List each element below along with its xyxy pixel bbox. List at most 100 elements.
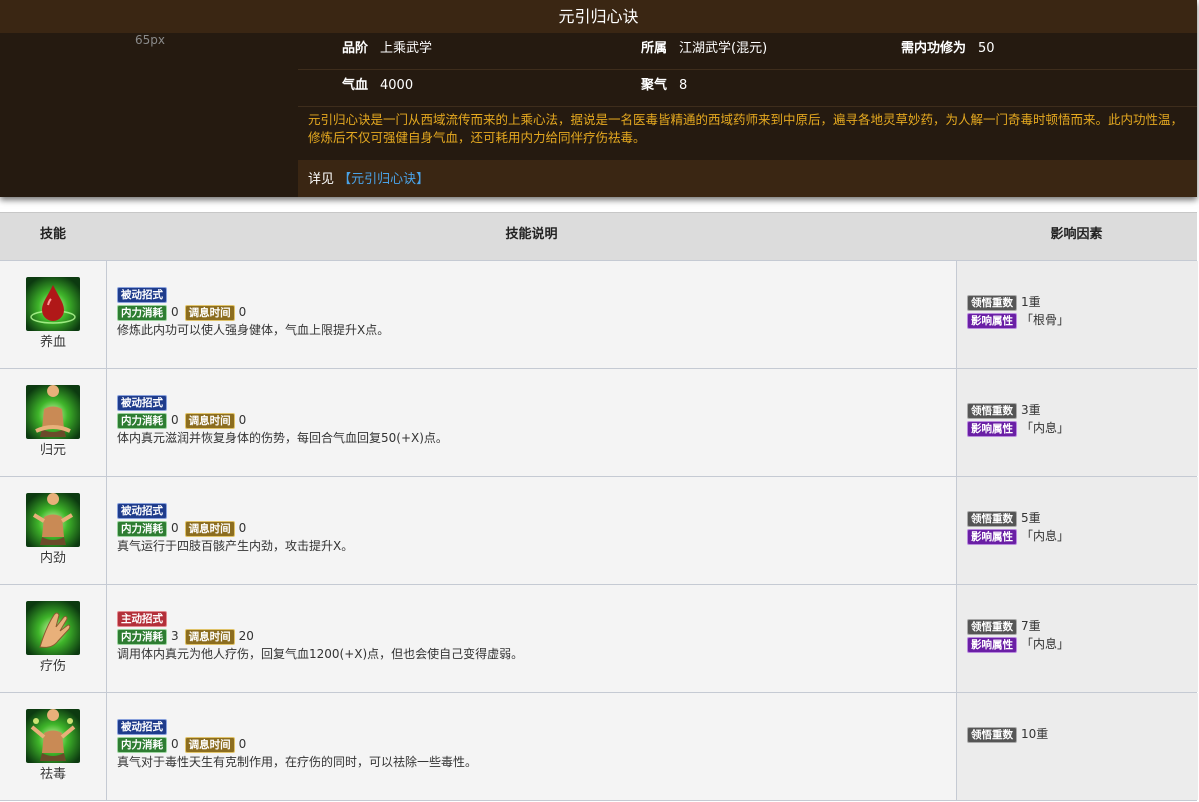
type-line: 被动招式 [117, 285, 167, 303]
skill-name: 疗伤 [39, 659, 66, 674]
type-badge: 被动招式 [117, 286, 167, 303]
info-panel: 品阶 上乘武学 所属 江湖武学(混元) 需内功修为 50 气血 4000 聚气 8 元引归… [298, 33, 1197, 197]
qi-label: 聚气 [641, 78, 668, 93]
see-also: 详见 【元引归心诀】 [308, 168, 429, 187]
table-row: 疗伤 主动招式 内力消耗 3 调息时间 20 调用体内真元为他人疗伤，回复气血1200(+X… [0, 585, 1198, 693]
attribute-line: 影响属性 「根骨」 [967, 311, 1069, 329]
table-row: 内劲 被动招式 内力消耗 0 调息时间 0 真气运行于四肢百骸产生内劲，攻击提升X。 领悟重数… [0, 477, 1198, 585]
factor-cell: 领悟重数 5重 影响属性 「内息」 [956, 477, 1198, 584]
faction-cell: 所属 江湖武学(混元) [641, 33, 767, 69]
hp-value: 4000 [380, 78, 414, 93]
attribute-badge: 影响属性 [967, 528, 1017, 545]
cooldown-badge: 调息时间 [184, 520, 235, 537]
skill-cell: 祛毒 [0, 693, 107, 800]
type-line: 被动招式 [117, 393, 167, 411]
effect-text: 修炼此内功可以使人强身健体，气血上限提升X点。 [117, 323, 390, 337]
detox-figure-icon [26, 709, 80, 763]
blood-drop-icon [26, 277, 80, 331]
requirement-cell: 需内功修为 50 [901, 33, 995, 69]
effect-text: 真气对于毒性天生有克制作用，在疗伤的同时，可以祛除一些毒性。 [117, 755, 478, 769]
cost-line: 内力消耗 0 调息时间 0 [117, 519, 252, 537]
image-placeholder-text: 65px [135, 33, 165, 47]
hp-label: 气血 [342, 78, 369, 93]
info-row: 气血 4000 聚气 8 [298, 70, 1197, 107]
grade-label: 品阶 [342, 41, 369, 56]
attribute-value: 「内息」 [1021, 637, 1070, 651]
cost-value: 0 [171, 521, 179, 535]
cooldown-badge: 调息时间 [184, 412, 235, 429]
healing-hand-icon [26, 601, 80, 655]
effect-text: 真气运行于四肢百骸产生内劲，攻击提升X。 [117, 539, 354, 553]
skill-image-area: 65px [0, 33, 298, 197]
see-also-label: 详见 [308, 172, 335, 187]
grade-value: 3重 [1021, 403, 1041, 417]
factor-cell: 领悟重数 7重 影响属性 「内息」 [956, 585, 1198, 692]
grade-badge: 领悟重数 [967, 618, 1017, 635]
cooldown-value: 0 [238, 521, 247, 535]
type-line: 主动招式 [117, 609, 167, 627]
cooldown-badge: 调息时间 [184, 628, 235, 645]
hp-cell: 气血 4000 [342, 70, 413, 106]
cooldown-value: 20 [238, 629, 254, 643]
attribute-value: 「内息」 [1021, 421, 1070, 435]
skill-name: 内劲 [39, 551, 66, 566]
cooldown-value: 0 [238, 305, 247, 319]
cost-line: 内力消耗 0 调息时间 0 [117, 303, 252, 321]
grade-value: 1重 [1021, 295, 1041, 309]
see-also-link[interactable]: 【元引归心诀】 [338, 172, 429, 187]
cooldown-badge: 调息时间 [184, 736, 235, 753]
type-badge: 主动招式 [117, 610, 167, 627]
see-also-row: 详见 【元引归心诀】 [298, 160, 1197, 197]
cost-badge: 内力消耗 [117, 736, 167, 753]
skill-cell: 内劲 [0, 477, 107, 584]
cost-badge: 内力消耗 [117, 304, 167, 321]
table-row: 归元 被动招式 内力消耗 0 调息时间 0 体内真元滋润并恢复身体的伤势，每回合气血回复50… [0, 369, 1198, 477]
cost-value: 3 [171, 629, 179, 643]
cost-badge: 内力消耗 [117, 412, 167, 429]
power-figure-icon [26, 493, 80, 547]
requirement-label: 需内功修为 [901, 41, 967, 56]
skill-name: 归元 [39, 443, 66, 458]
grade-badge: 领悟重数 [967, 294, 1017, 311]
attribute-badge: 影响属性 [967, 420, 1017, 437]
header-skill: 技能 [39, 227, 66, 242]
skill-cell: 疗伤 [0, 585, 107, 692]
factor-cell: 领悟重数 1重 影响属性 「根骨」 [956, 261, 1198, 368]
attribute-line: 影响属性 「内息」 [967, 419, 1069, 437]
card-title: 元引归心诀 [0, 0, 1197, 33]
skill-name: 祛毒 [39, 767, 66, 782]
type-badge: 被动招式 [117, 394, 167, 411]
factor-cell: 领悟重数 10重 [956, 693, 1198, 800]
meditating-figure-icon [26, 385, 80, 439]
skill-name: 养血 [39, 335, 66, 350]
table-row: 养血 被动招式 内力消耗 0 调息时间 0 修炼此内功可以使人强身健体，气血上限提升X点。领… [0, 261, 1198, 369]
skill-info-card: 元引归心诀 65px 品阶 上乘武学 所属 江湖武学(混元) 需内功修为 50 气血 4… [0, 0, 1197, 197]
attribute-line: 影响属性 「内息」 [967, 635, 1069, 653]
type-line: 被动招式 [117, 717, 167, 735]
description-cell: 被动招式 内力消耗 0 调息时间 0 真气运行于四肢百骸产生内劲，攻击提升X。 [107, 477, 956, 584]
cooldown-value: 0 [238, 413, 247, 427]
description-cell: 被动招式 内力消耗 0 调息时间 0 体内真元滋润并恢复身体的伤势，每回合气血回复50(+… [107, 369, 956, 476]
attribute-value: 「根骨」 [1021, 313, 1070, 327]
skills-table: 技能 技能说明 影响因素 养血 被动招式 内力消耗 0 调息时间 0 修炼此内功可以使人强身… [0, 212, 1198, 801]
grade-line: 领悟重数 3重 [967, 401, 1041, 419]
effect-text: 体内真元滋润并恢复身体的伤势，每回合气血回复50(+X)点。 [117, 431, 448, 445]
qi-cell: 聚气 8 [641, 70, 687, 106]
qi-value: 8 [679, 78, 688, 93]
cost-badge: 内力消耗 [117, 628, 167, 645]
faction-value: 江湖武学(混元) [679, 41, 768, 56]
description-cell: 被动招式 内力消耗 0 调息时间 0 修炼此内功可以使人强身健体，气血上限提升X点。 [107, 261, 956, 368]
attribute-badge: 影响属性 [967, 636, 1017, 653]
type-line: 被动招式 [117, 501, 167, 519]
cost-value: 0 [171, 737, 179, 751]
cooldown-value: 0 [238, 737, 247, 751]
grade-badge: 领悟重数 [967, 726, 1017, 743]
attribute-badge: 影响属性 [967, 312, 1017, 329]
cost-line: 内力消耗 0 调息时间 0 [117, 411, 252, 429]
grade-cell: 品阶 上乘武学 [342, 33, 432, 69]
cost-line: 内力消耗 0 调息时间 0 [117, 735, 252, 753]
grade-value: 5重 [1021, 511, 1041, 525]
attribute-line: 影响属性 「内息」 [967, 527, 1069, 545]
grade-value: 上乘武学 [380, 41, 433, 56]
requirement-value: 50 [978, 41, 995, 56]
